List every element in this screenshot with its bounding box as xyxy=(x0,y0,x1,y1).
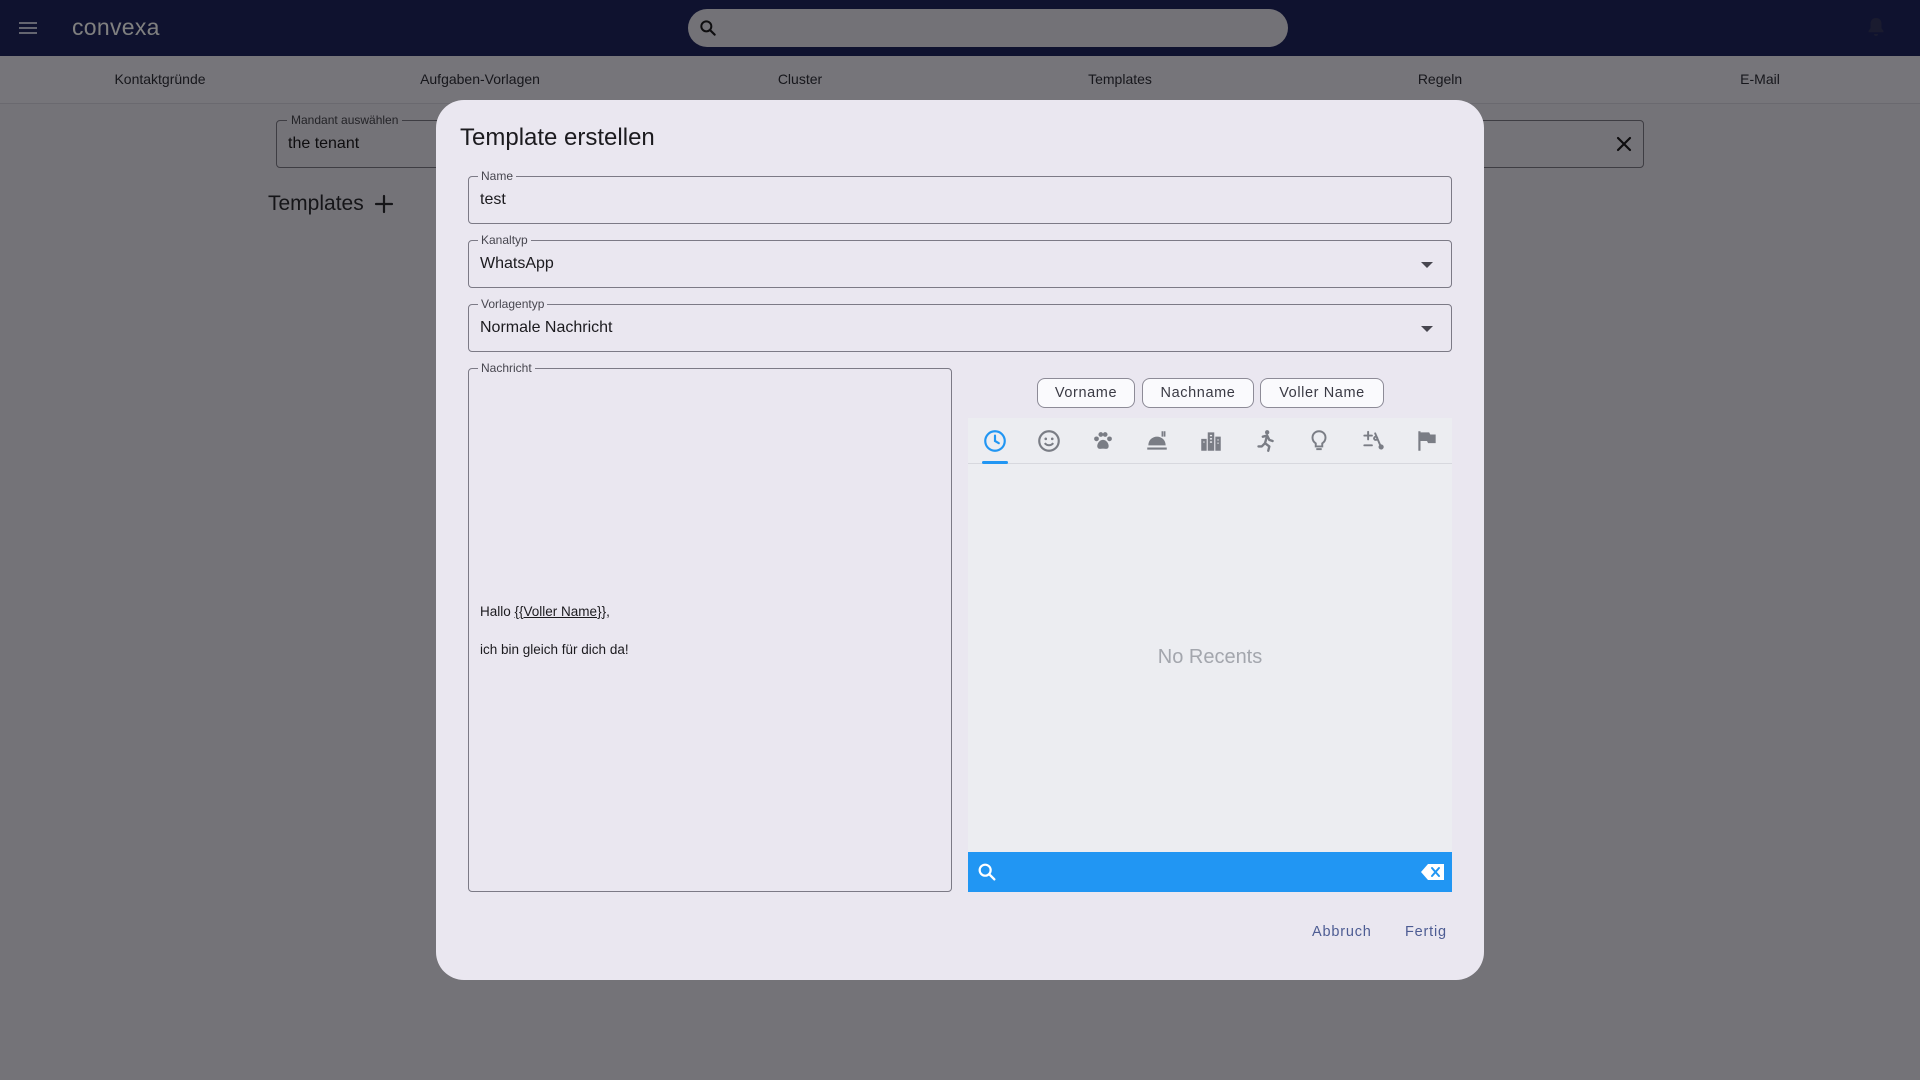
smiley-icon[interactable] xyxy=(1036,428,1062,454)
emoji-search-bar[interactable] xyxy=(968,852,1452,892)
channel-type-label: Kanaltyp xyxy=(478,233,531,247)
clock-icon[interactable] xyxy=(982,428,1008,454)
greeting-prefix: Hallo xyxy=(480,604,515,619)
template-type-select[interactable]: Vorlagentyp Normale Nachricht xyxy=(468,297,1452,352)
chip-nachname[interactable]: Nachname xyxy=(1142,378,1254,408)
done-button[interactable]: Fertig xyxy=(1405,924,1447,940)
greeting-suffix: , xyxy=(606,604,610,619)
channel-type-value: WhatsApp xyxy=(480,255,554,272)
no-recents-text: No Recents xyxy=(1157,646,1263,668)
placeholder-token[interactable]: {{Voller Name}} xyxy=(515,604,607,619)
name-field[interactable]: Name test xyxy=(468,169,1452,224)
chevron-down-icon xyxy=(1421,326,1433,332)
create-template-dialog: Template erstellen Name test Kanaltyp Wh… xyxy=(436,100,1484,980)
cancel-button[interactable]: Abbruch xyxy=(1312,924,1372,940)
backspace-icon[interactable] xyxy=(1420,862,1446,882)
name-field-value: test xyxy=(480,191,506,208)
dialog-title: Template erstellen xyxy=(460,124,655,151)
buildings-icon[interactable] xyxy=(1198,428,1224,454)
channel-type-select[interactable]: Kanaltyp WhatsApp xyxy=(468,233,1452,288)
chip-voller-name[interactable]: Voller Name xyxy=(1260,378,1384,408)
emoji-category-bar xyxy=(968,418,1452,464)
name-field-label: Name xyxy=(478,169,517,183)
message-editor[interactable]: Nachricht Hallo {{Voller Name}}, ich bin… xyxy=(468,361,952,892)
symbols-icon[interactable] xyxy=(1360,428,1386,454)
emoji-search-input[interactable] xyxy=(1006,852,1406,892)
running-icon[interactable] xyxy=(1252,428,1278,454)
message-line-1: Hallo {{Voller Name}}, xyxy=(480,604,610,619)
chevron-down-icon xyxy=(1421,262,1433,268)
chip-vorname[interactable]: Vorname xyxy=(1037,378,1135,408)
template-type-label: Vorlagentyp xyxy=(478,297,548,311)
message-line-2: ich bin gleich für dich da! xyxy=(480,642,629,657)
search-icon xyxy=(978,863,996,881)
paw-icon[interactable] xyxy=(1090,428,1116,454)
template-type-value: Normale Nachricht xyxy=(480,319,613,336)
message-label: Nachricht xyxy=(478,361,535,375)
active-category-indicator xyxy=(982,461,1008,464)
food-icon[interactable] xyxy=(1144,428,1170,454)
emoji-picker: No Recents xyxy=(968,418,1452,892)
lightbulb-icon[interactable] xyxy=(1306,428,1332,454)
flag-icon[interactable] xyxy=(1414,428,1440,454)
